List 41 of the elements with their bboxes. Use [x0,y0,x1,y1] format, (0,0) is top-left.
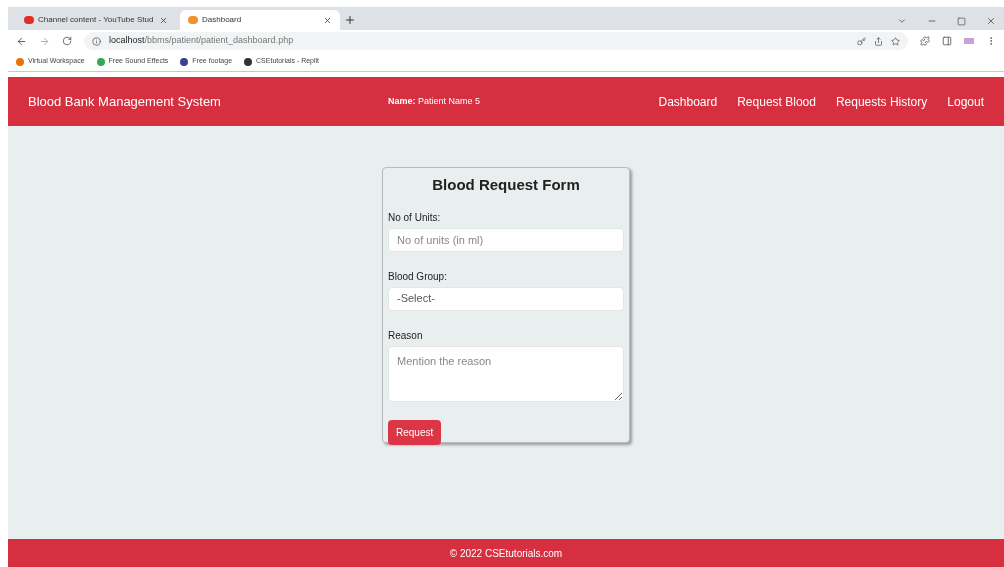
brand-title[interactable]: Blood Bank Management System [28,91,388,112]
tab-title: Channel content - YouTube Stud [38,14,155,26]
address-bar[interactable]: localhost/bbms/patient/patient_dashboard.php [84,32,908,50]
close-icon[interactable] [323,15,332,25]
info-icon [92,36,101,46]
nav-link[interactable]: Dashboard [658,92,718,111]
new-tab-icon[interactable] [344,14,356,26]
tab-title: Dashboard [202,14,243,26]
copyright-text: © 2022 CSEtutorials.com [449,546,563,561]
patient-name: Name: Patient Name 5 [388,94,481,108]
nav-link[interactable]: Requests History [835,92,928,111]
share-icon[interactable] [874,36,883,46]
request-button[interactable]: Request [388,419,442,445]
chevron-down-icon[interactable] [897,16,907,26]
star-icon[interactable] [891,36,900,46]
extensions-icon[interactable] [920,36,930,46]
tab-favicon-icon [24,16,34,24]
tab-favicon-icon [188,16,198,24]
form-title: Blood Request Form [431,175,581,195]
nav-link[interactable]: Logout [947,92,984,111]
field-label: No of Units: [388,210,442,225]
maximize-icon[interactable] [957,16,966,26]
units-input[interactable]: No of units (in ml) [388,227,624,252]
blood-group-select[interactable]: -Select- [388,286,624,311]
bookmark-favicon-icon [16,57,24,66]
close-icon[interactable] [986,16,996,26]
side-panel-icon[interactable] [942,36,952,46]
field-label: Blood Group: [388,269,448,284]
bookmark-favicon-icon [180,57,189,66]
key-icon[interactable] [857,36,866,46]
reload-icon[interactable] [62,36,72,46]
nav-link[interactable]: Request Blood [737,92,816,111]
bookmark-favicon-icon [244,57,253,66]
reason-textarea[interactable]: Mention the reason [388,345,624,402]
back-icon[interactable] [16,35,27,47]
url-text: localhost/bbms/patient/patient_dashboard.php [109,34,294,48]
close-icon[interactable] [159,15,168,25]
browser-tab[interactable]: Dashboard [180,10,340,30]
bookmark-favicon-icon [96,57,105,66]
forward-icon[interactable] [39,35,50,47]
field-label: Reason [388,328,424,343]
